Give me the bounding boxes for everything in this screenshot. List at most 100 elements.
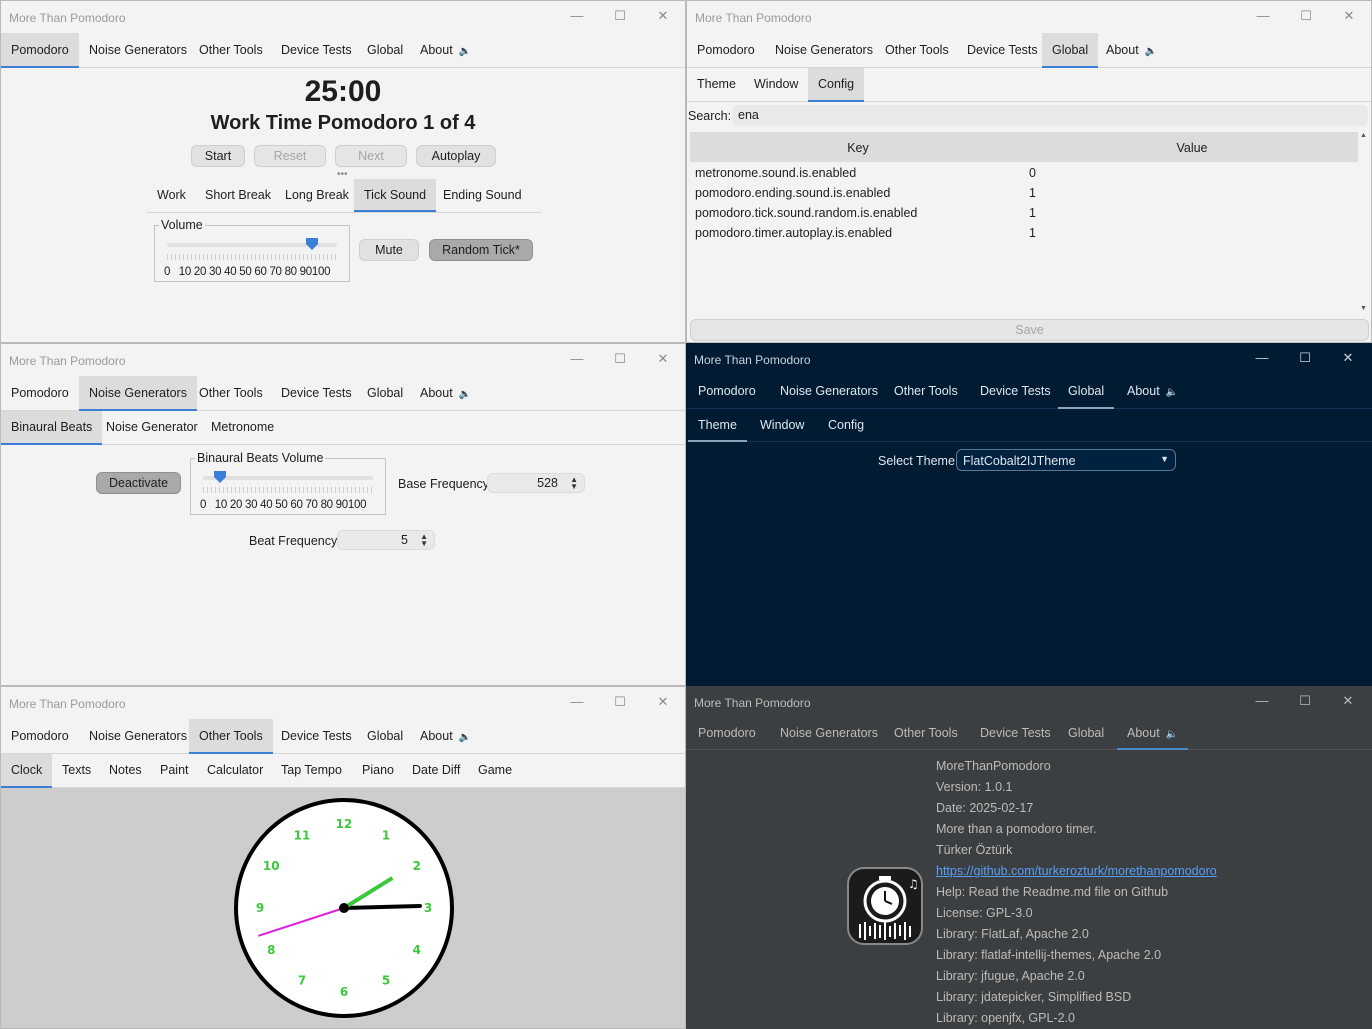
tab-pomodoro[interactable]: Pomodoro <box>688 374 766 409</box>
title-bar[interactable]: More Than Pomodoro — ☐ ✕ <box>686 686 1372 719</box>
tab-global[interactable]: Global <box>1058 374 1115 409</box>
tab-pomodoro[interactable]: Pomodoro <box>688 717 766 750</box>
tab-theme[interactable]: Theme <box>687 68 746 101</box>
tab-noise-generator[interactable]: Noise Generator <box>96 411 208 444</box>
tab-tap-tempo[interactable]: Tap Tempo <box>271 754 352 787</box>
maximize-icon[interactable]: ☐ <box>613 351 627 367</box>
maximize-icon[interactable]: ☐ <box>613 8 627 24</box>
tab-pomodoro[interactable]: Pomodoro <box>1 719 79 754</box>
minimize-icon[interactable]: — <box>570 8 584 24</box>
tab-about[interactable]: About 🔈 <box>1117 717 1189 750</box>
tab-noise-generators[interactable]: Noise Generators <box>79 376 197 411</box>
column-value-header[interactable]: Value <box>1026 141 1358 155</box>
tab-global[interactable]: Global <box>357 33 413 68</box>
save-button[interactable]: Save <box>690 319 1369 341</box>
tab-config[interactable]: Config <box>808 68 865 102</box>
close-icon[interactable]: ✕ <box>1341 350 1355 366</box>
tab-other-tools[interactable]: Other Tools <box>189 376 273 411</box>
tab-work[interactable]: Work <box>147 179 196 211</box>
tab-noise-generators[interactable]: Noise Generators <box>770 374 888 409</box>
tab-about[interactable]: About 🔈 <box>1096 33 1167 68</box>
minimize-icon[interactable]: — <box>1256 8 1270 24</box>
tab-ending-sound[interactable]: Ending Sound <box>433 179 532 211</box>
tab-metronome[interactable]: Metronome <box>201 411 284 444</box>
tab-texts[interactable]: Texts <box>52 754 101 787</box>
minimize-icon[interactable]: — <box>570 694 584 710</box>
tab-device-tests[interactable]: Device Tests <box>970 374 1061 409</box>
tab-about[interactable]: About 🔈 <box>410 376 481 411</box>
start-button[interactable]: Start <box>191 145 245 167</box>
tab-config[interactable]: Config <box>818 409 874 442</box>
tab-clock[interactable]: Clock <box>1 754 53 788</box>
maximize-icon[interactable]: ☐ <box>1299 8 1313 24</box>
tab-date-diff[interactable]: Date Diff <box>402 754 470 787</box>
next-button[interactable]: Next <box>335 145 407 167</box>
random-tick-button[interactable]: Random Tick* <box>429 239 533 261</box>
tab-long-break[interactable]: Long Break <box>275 179 359 211</box>
title-bar[interactable]: More Than Pomodoro — ☐ ✕ <box>686 343 1372 376</box>
maximize-icon[interactable]: ☐ <box>1298 693 1312 709</box>
github-link[interactable]: https://github.com/turkerozturk/morethan… <box>936 861 1217 882</box>
tab-about[interactable]: About 🔈 <box>1117 374 1188 409</box>
binaural-volume-slider-thumb[interactable] <box>214 471 226 483</box>
maximize-icon[interactable]: ☐ <box>1298 350 1312 366</box>
tab-notes[interactable]: Notes <box>99 754 152 787</box>
tab-window[interactable]: Window <box>750 409 814 442</box>
tab-piano[interactable]: Piano <box>352 754 404 787</box>
title-bar[interactable]: More Than Pomodoro — ☐ ✕ <box>1 1 685 34</box>
volume-slider-thumb[interactable] <box>306 238 318 250</box>
minimize-icon[interactable]: — <box>570 351 584 367</box>
table-row[interactable]: metronome.sound.is.enabled 0 <box>690 166 1358 186</box>
tab-device-tests[interactable]: Device Tests <box>970 717 1061 750</box>
close-icon[interactable]: ✕ <box>656 351 670 367</box>
tab-about[interactable]: About 🔈 <box>410 719 481 754</box>
tab-noise-generators[interactable]: Noise Generators <box>770 717 888 750</box>
tab-window[interactable]: Window <box>744 68 808 101</box>
deactivate-button[interactable]: Deactivate <box>96 472 181 494</box>
tab-pomodoro[interactable]: Pomodoro <box>1 33 79 68</box>
tab-paint[interactable]: Paint <box>150 754 199 787</box>
close-icon[interactable]: ✕ <box>656 694 670 710</box>
tab-other-tools[interactable]: Other Tools <box>884 374 968 409</box>
tab-global[interactable]: Global <box>357 719 413 754</box>
tab-other-tools[interactable]: Other Tools <box>875 33 959 68</box>
reset-button[interactable]: Reset <box>254 145 326 167</box>
tab-other-tools[interactable]: Other Tools <box>189 719 273 754</box>
beat-frequency-spinner[interactable]: 5 ▲ ▼ <box>337 530 435 550</box>
tab-calculator[interactable]: Calculator <box>197 754 273 787</box>
close-icon[interactable]: ✕ <box>656 8 670 24</box>
tab-noise-generators[interactable]: Noise Generators <box>79 33 197 68</box>
tab-noise-generators[interactable]: Noise Generators <box>79 719 197 754</box>
tab-device-tests[interactable]: Device Tests <box>957 33 1048 68</box>
search-input[interactable]: ena <box>732 105 1368 126</box>
title-bar[interactable]: More Than Pomodoro — ☐ ✕ <box>1 687 685 720</box>
minimize-icon[interactable]: — <box>1255 693 1269 709</box>
table-scrollbar[interactable]: ▲ ▼ <box>1359 132 1369 312</box>
table-row[interactable]: pomodoro.ending.sound.is.enabled 1 <box>690 186 1358 206</box>
column-key-header[interactable]: Key <box>690 141 1026 155</box>
binaural-volume-slider-track[interactable] <box>203 476 373 480</box>
tab-other-tools[interactable]: Other Tools <box>189 33 273 68</box>
spinner-arrows-icon[interactable]: ▲ ▼ <box>570 476 578 491</box>
table-row[interactable]: pomodoro.tick.sound.random.is.enabled 1 <box>690 206 1358 226</box>
tab-noise-generators[interactable]: Noise Generators <box>765 33 883 68</box>
mute-button[interactable]: Mute <box>359 239 419 261</box>
title-bar[interactable]: More Than Pomodoro — ☐ ✕ <box>1 344 685 377</box>
tab-short-break[interactable]: Short Break <box>195 179 281 211</box>
tab-global[interactable]: Global <box>1042 33 1099 68</box>
maximize-icon[interactable]: ☐ <box>613 694 627 710</box>
tab-device-tests[interactable]: Device Tests <box>271 33 362 68</box>
autoplay-button[interactable]: Autoplay <box>416 145 496 167</box>
chevron-down-icon[interactable]: ▼ <box>1160 454 1169 464</box>
close-icon[interactable]: ✕ <box>1341 693 1355 709</box>
minimize-icon[interactable]: — <box>1255 350 1269 366</box>
scroll-up-icon[interactable]: ▲ <box>1360 132 1367 139</box>
title-bar[interactable]: More Than Pomodoro — ☐ ✕ <box>687 1 1371 34</box>
tab-global[interactable]: Global <box>357 376 413 411</box>
tab-global[interactable]: Global <box>1058 717 1114 750</box>
tab-theme[interactable]: Theme <box>688 409 747 442</box>
close-icon[interactable]: ✕ <box>1342 8 1356 24</box>
tab-about[interactable]: About 🔈 <box>410 33 481 68</box>
table-row[interactable]: pomodoro.timer.autoplay.is.enabled 1 <box>690 226 1358 246</box>
tab-pomodoro[interactable]: Pomodoro <box>687 33 765 68</box>
